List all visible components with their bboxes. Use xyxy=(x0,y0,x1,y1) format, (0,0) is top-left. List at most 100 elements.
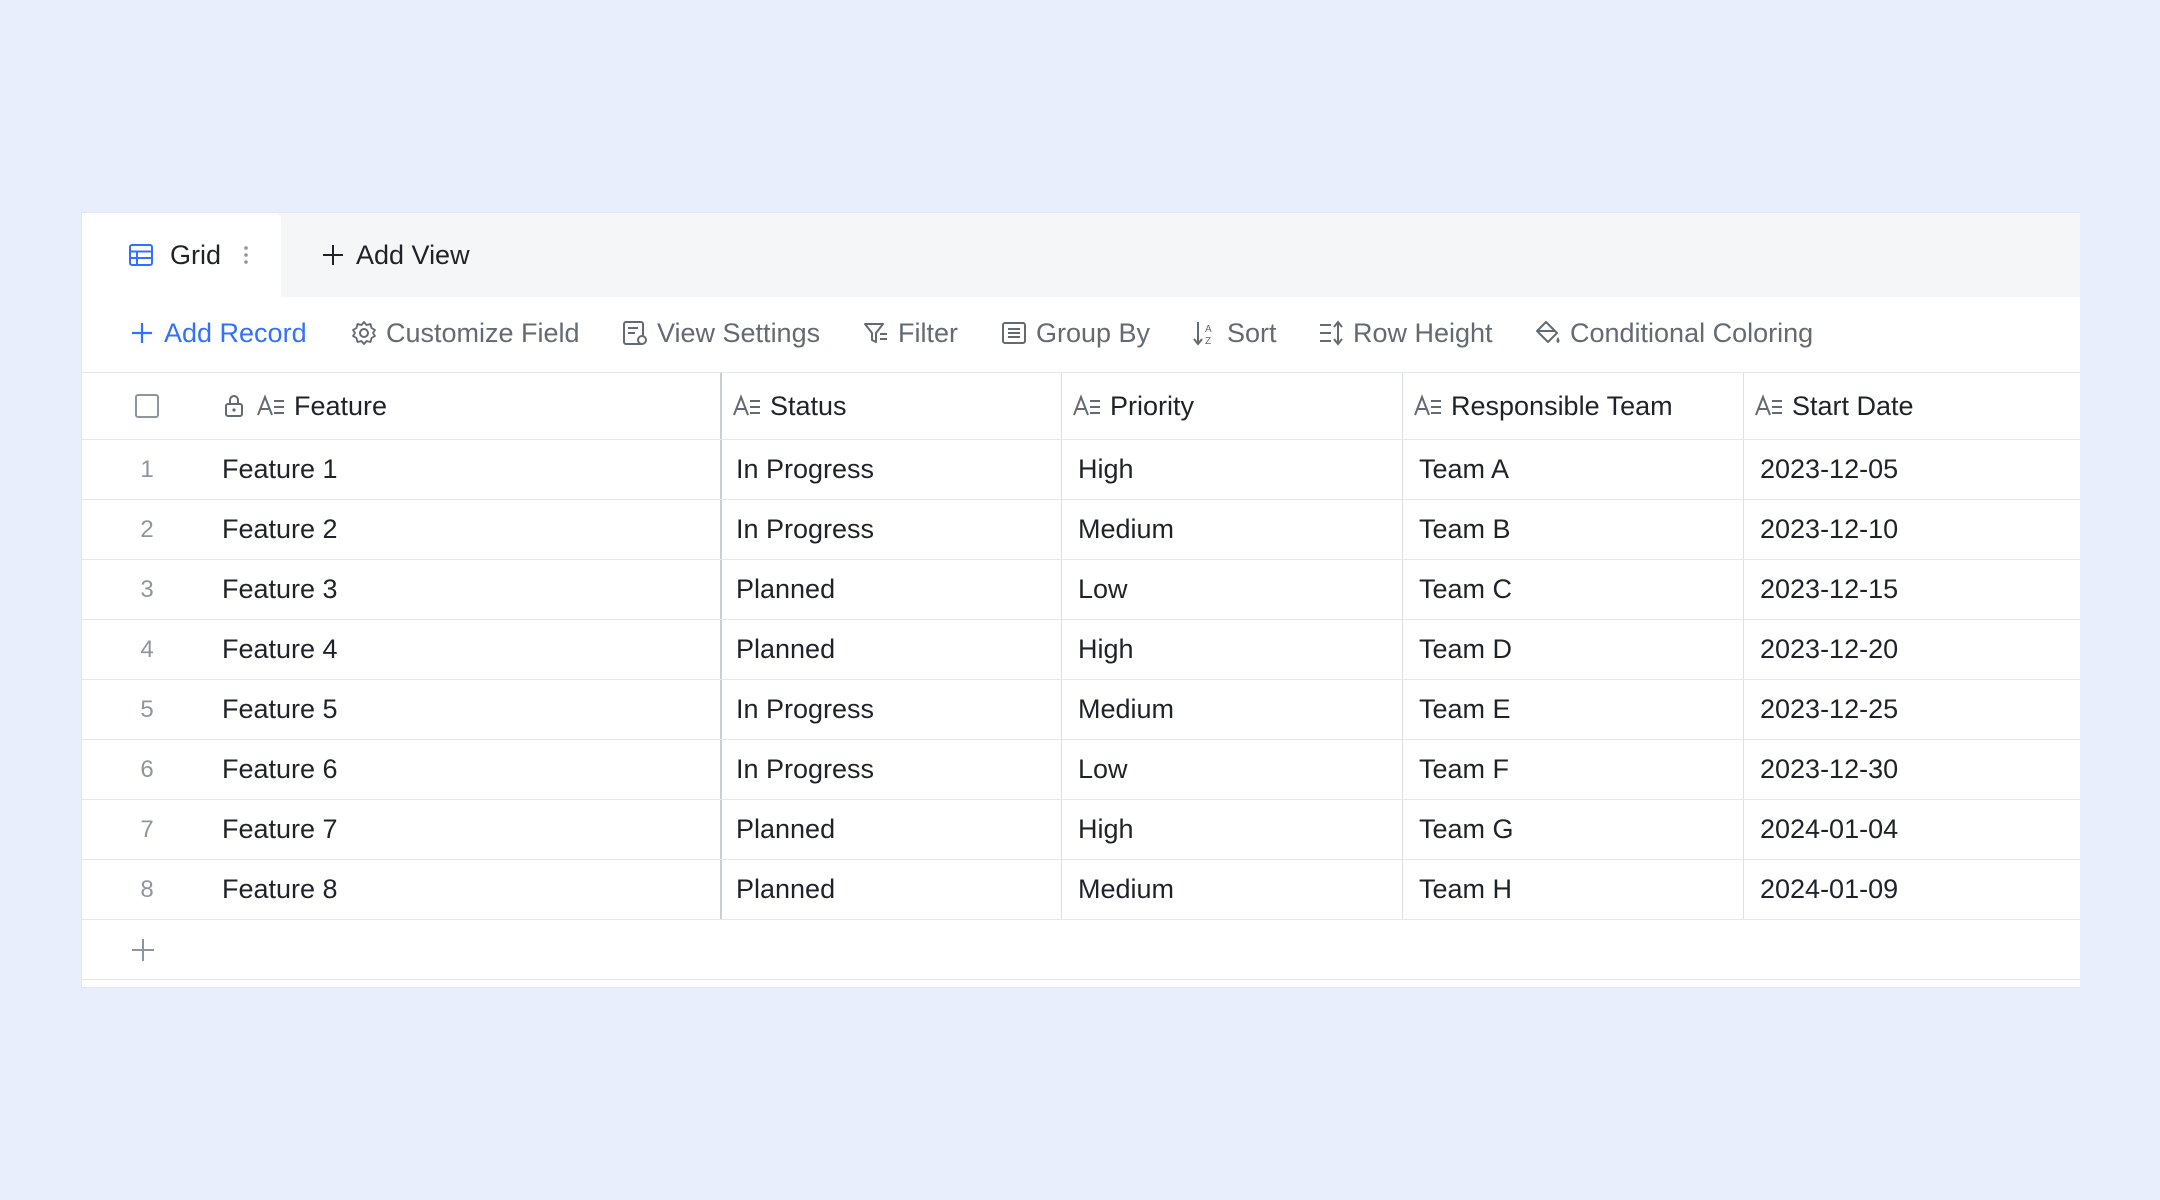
cell-status[interactable]: Planned xyxy=(720,620,1061,679)
conditional-coloring-label: Conditional Coloring xyxy=(1570,317,1814,348)
row-number: 8 xyxy=(140,875,154,903)
cell-priority[interactable]: High xyxy=(1061,440,1402,499)
table-row[interactable]: 8 Feature 8 Planned Medium Team H 2024-0… xyxy=(82,860,2080,920)
column-header-status[interactable]: Status xyxy=(720,373,1061,439)
table-row[interactable]: 6 Feature 6 In Progress Low Team F 2023-… xyxy=(82,740,2080,800)
cell-status[interactable]: Planned xyxy=(720,560,1061,619)
svg-text:Z: Z xyxy=(1205,336,1211,347)
lock-icon xyxy=(225,395,243,417)
table-row[interactable]: 7 Feature 7 Planned High Team G 2024-01-… xyxy=(82,800,2080,860)
column-header-label: Responsible Team xyxy=(1451,390,1673,421)
row-height-button[interactable]: Row Height xyxy=(1317,315,1493,351)
cell-start-date[interactable]: 2023-12-20 xyxy=(1743,620,2080,679)
select-all-checkbox[interactable] xyxy=(135,394,159,418)
tab-grid[interactable]: Grid xyxy=(82,213,281,297)
view-toolbar: Add Record Customize Field View Settings xyxy=(82,297,2080,373)
cell-responsible-team[interactable]: Team A xyxy=(1402,440,1743,499)
cell-responsible-team[interactable]: Team E xyxy=(1402,680,1743,739)
cell-status[interactable]: In Progress xyxy=(720,500,1061,559)
grid-icon xyxy=(129,244,153,266)
text-field-icon xyxy=(733,394,760,416)
column-header-label: Start Date xyxy=(1792,390,1914,421)
table-row[interactable]: 5 Feature 5 In Progress Medium Team E 20… xyxy=(82,680,2080,740)
cell-start-date[interactable]: 2023-12-30 xyxy=(1743,740,2080,799)
more-vertical-icon[interactable] xyxy=(242,241,250,269)
cell-responsible-team[interactable]: Team B xyxy=(1402,500,1743,559)
tab-grid-label: Grid xyxy=(170,240,222,270)
cell-start-date[interactable]: 2023-12-25 xyxy=(1743,680,2080,739)
plus-icon xyxy=(323,245,343,265)
table-row[interactable]: 1 Feature 1 In Progress High Team A 2023… xyxy=(82,440,2080,500)
add-record-button[interactable]: Add Record xyxy=(128,315,307,351)
row-number: 1 xyxy=(140,455,154,483)
cell-feature[interactable]: Feature 3 xyxy=(212,560,720,619)
cell-priority[interactable]: High xyxy=(1061,620,1402,679)
add-row-bar xyxy=(82,920,2080,980)
column-header-label: Priority xyxy=(1110,390,1195,421)
customize-field-button[interactable]: Customize Field xyxy=(350,315,580,351)
cell-start-date[interactable]: 2024-01-04 xyxy=(1743,800,2080,859)
cell-priority[interactable]: Medium xyxy=(1061,680,1402,739)
grid-view-panel: Grid Add View Add Record Customize Field… xyxy=(81,212,2080,988)
cell-start-date[interactable]: 2024-01-09 xyxy=(1743,860,2080,919)
cell-status[interactable]: In Progress xyxy=(720,440,1061,499)
cell-priority[interactable]: Low xyxy=(1061,560,1402,619)
cell-feature[interactable]: Feature 5 xyxy=(212,680,720,739)
row-number: 6 xyxy=(140,755,154,783)
filter-label: Filter xyxy=(898,317,958,348)
row-number: 2 xyxy=(140,515,154,543)
cell-responsible-team[interactable]: Team C xyxy=(1402,560,1743,619)
cell-feature[interactable]: Feature 1 xyxy=(212,440,720,499)
row-number: 5 xyxy=(140,695,154,723)
cell-feature[interactable]: Feature 7 xyxy=(212,800,720,859)
text-field-icon xyxy=(257,394,284,416)
svg-text:A: A xyxy=(1205,324,1212,335)
column-header-label: Feature xyxy=(294,390,388,421)
cell-start-date[interactable]: 2023-12-10 xyxy=(1743,500,2080,559)
column-header-feature[interactable]: Feature xyxy=(212,373,720,439)
cell-status[interactable]: Planned xyxy=(720,860,1061,919)
column-header-label: Status xyxy=(770,390,847,421)
view-settings-button[interactable]: View Settings xyxy=(621,315,820,351)
select-all-cell xyxy=(82,373,212,439)
cell-priority[interactable]: High xyxy=(1061,800,1402,859)
row-height-icon xyxy=(1320,320,1343,346)
cell-feature[interactable]: Feature 8 xyxy=(212,860,720,919)
column-header-priority[interactable]: Priority xyxy=(1061,373,1402,439)
filter-button[interactable]: Filter xyxy=(862,315,958,351)
sort-button[interactable]: A Z Sort xyxy=(1191,315,1277,351)
cell-feature[interactable]: Feature 6 xyxy=(212,740,720,799)
cell-responsible-team[interactable]: Team H xyxy=(1402,860,1743,919)
cell-start-date[interactable]: 2023-12-05 xyxy=(1743,440,2080,499)
cell-status[interactable]: In Progress xyxy=(720,740,1061,799)
table-row[interactable]: 2 Feature 2 In Progress Medium Team B 20… xyxy=(82,500,2080,560)
cell-feature[interactable]: Feature 2 xyxy=(212,500,720,559)
column-header-start-date[interactable]: Start Date xyxy=(1743,373,2080,439)
sort-icon: A Z xyxy=(1193,322,1212,347)
paint-bucket-icon xyxy=(1536,321,1560,343)
cell-start-date[interactable]: 2023-12-15 xyxy=(1743,560,2080,619)
cell-priority[interactable]: Medium xyxy=(1061,860,1402,919)
add-view-button[interactable]: Add View xyxy=(320,237,470,273)
cell-priority[interactable]: Medium xyxy=(1061,500,1402,559)
column-header-responsible-team[interactable]: Responsible Team xyxy=(1402,373,1743,439)
view-settings-label: View Settings xyxy=(657,317,821,348)
conditional-coloring-button[interactable]: Conditional Coloring xyxy=(1534,315,1813,351)
cell-priority[interactable]: Low xyxy=(1061,740,1402,799)
cell-responsible-team[interactable]: Team D xyxy=(1402,620,1743,679)
sort-label: Sort xyxy=(1227,317,1277,348)
cell-responsible-team[interactable]: Team F xyxy=(1402,740,1743,799)
group-by-button[interactable]: Group By xyxy=(1000,315,1150,351)
gear-icon xyxy=(352,321,376,345)
filter-icon xyxy=(864,323,887,343)
add-row-plus-icon[interactable] xyxy=(129,936,157,964)
view-settings-icon xyxy=(623,321,647,345)
cell-status[interactable]: Planned xyxy=(720,800,1061,859)
cell-responsible-team[interactable]: Team G xyxy=(1402,800,1743,859)
table-row[interactable]: 3 Feature 3 Planned Low Team C 2023-12-1… xyxy=(82,560,2080,620)
cell-feature[interactable]: Feature 4 xyxy=(212,620,720,679)
table-header-row: Feature Status Priority Responsible Team… xyxy=(82,373,2080,440)
cell-status[interactable]: In Progress xyxy=(720,680,1061,739)
table-row[interactable]: 4 Feature 4 Planned High Team D 2023-12-… xyxy=(82,620,2080,680)
records-table: Feature Status Priority Responsible Team… xyxy=(82,373,2080,980)
